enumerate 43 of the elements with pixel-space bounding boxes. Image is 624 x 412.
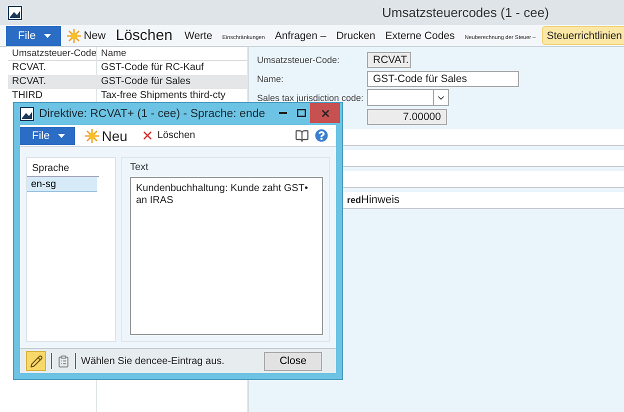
- close-button[interactable]: [310, 103, 340, 123]
- maximize-icon: [296, 109, 306, 117]
- edit-button[interactable]: [26, 351, 46, 371]
- group-label: Text: [130, 162, 150, 173]
- sun-icon: [66, 28, 81, 42]
- list-item[interactable]: en-sg: [27, 177, 97, 192]
- grid-row[interactable]: RCVAT. GST-Code für Sales: [8, 75, 248, 89]
- field-label: Name:: [257, 74, 285, 84]
- file-menu-button[interactable]: File: [6, 26, 61, 46]
- close-dialog-button[interactable]: Close: [264, 352, 322, 370]
- ribbon-tab[interactable]: Anfragen –: [270, 26, 330, 45]
- code-field[interactable]: RCVAT.: [367, 52, 411, 68]
- rate-field[interactable]: 7.00000: [367, 108, 447, 124]
- delete-button[interactable]: Löschen: [112, 26, 176, 45]
- new-button[interactable]: New: [62, 26, 110, 45]
- help-icon[interactable]: [315, 129, 328, 142]
- minimize-icon: [279, 112, 287, 114]
- close-icon: [320, 108, 330, 118]
- ribbon-tab[interactable]: Werte: [180, 26, 216, 45]
- ribbon-tab[interactable]: Drucken: [332, 26, 380, 45]
- delete-button[interactable]: Löschen: [137, 126, 200, 145]
- text-area[interactable]: Kundenbuchhaltung: Kunde zaht GST• an IRAS: [130, 177, 323, 335]
- section-label: red: [347, 195, 362, 205]
- caret-icon: [58, 134, 65, 138]
- field-label: Sales tax jurisdiction code:: [257, 92, 365, 102]
- caret-icon: [44, 34, 51, 38]
- new-button[interactable]: Neu: [80, 126, 132, 145]
- book-icon[interactable]: [295, 128, 309, 142]
- jurisdiction-dropdown[interactable]: [367, 89, 449, 106]
- ribbon-tab[interactable]: Steuerrichtlinien: [542, 26, 624, 45]
- field-label: Umsatzsteuer-Code:: [257, 54, 341, 64]
- window-title: Umsatzsteuercodes (1 - cee): [382, 5, 549, 20]
- app-icon: [8, 6, 22, 20]
- dialog-title: Direktive: RCVAT+ (1 - cee) - Sprache: ende: [39, 108, 266, 120]
- ribbon-tab[interactable]: Externe Codes: [381, 26, 459, 45]
- file-menu-button[interactable]: File: [20, 126, 75, 144]
- sun-icon: [84, 128, 99, 142]
- close-icon: [141, 129, 154, 142]
- clipboard-icon[interactable]: [57, 354, 70, 368]
- app-icon: [20, 107, 34, 121]
- status-message: Wählen Sie dencee-Eintrag aus.: [81, 356, 226, 366]
- section-title: Hinweis: [361, 194, 400, 206]
- name-field[interactable]: GST-Code für Sales: [367, 70, 519, 86]
